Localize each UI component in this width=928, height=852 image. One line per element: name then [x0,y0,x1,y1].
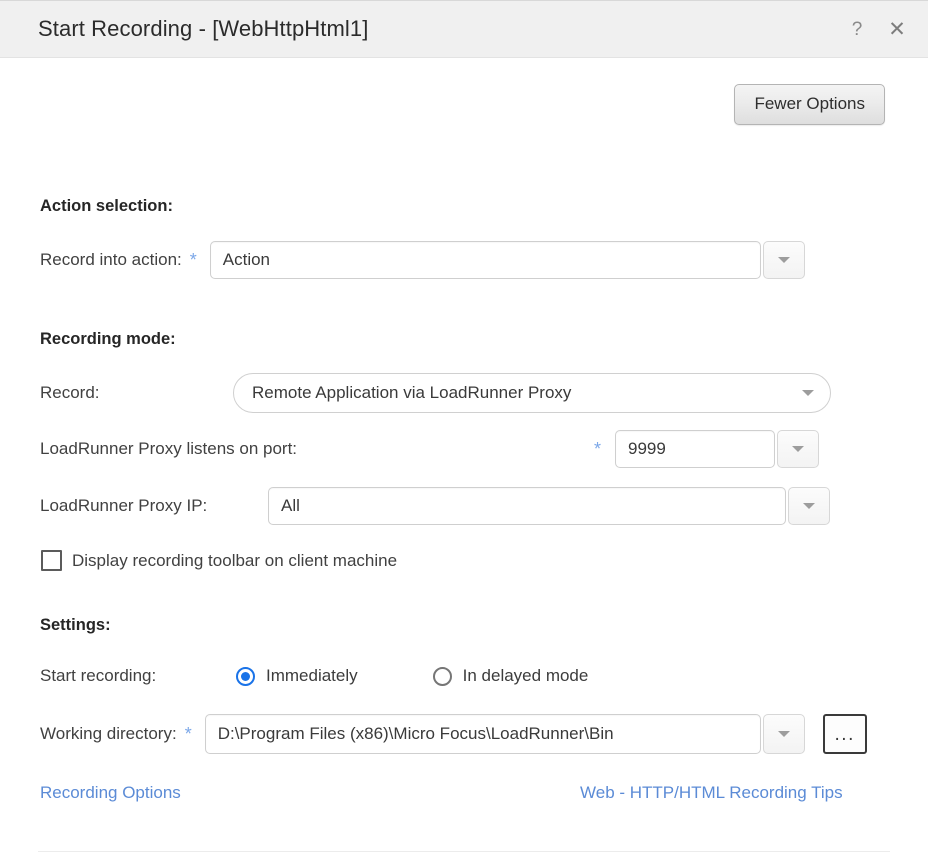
proxy-port-row: LoadRunner Proxy listens on port: * 9999 [40,430,840,468]
display-toolbar-label: Display recording toolbar on client mach… [72,550,398,570]
start-recording-row: Start recording: Immediately In delayed … [40,666,588,686]
fewer-options-row: Fewer Options [0,58,928,125]
record-mode-row: Record: Remote Application via LoadRunne… [40,373,840,413]
dialog-body: Fewer Options Action selection: Record i… [0,58,928,852]
radio-immediately-label: Immediately [266,666,358,685]
titlebar-controls: ? ✕ [844,1,910,57]
record-into-action-label: Record into action: [40,250,182,269]
record-into-action-dropdown-button[interactable] [762,241,805,279]
proxy-port-label: LoadRunner Proxy listens on port: [40,439,298,458]
settings-heading-wrap: Settings: [40,616,111,635]
start-recording-option-immediately[interactable]: Immediately [236,666,358,686]
proxy-port-required-marker: * [594,439,602,459]
action-selection-heading: Action selection: [40,197,173,215]
recording-mode-heading-wrap: Recording mode: [40,330,176,349]
record-into-action-input[interactable]: Action [209,241,761,279]
working-directory-value: D:\Program Files (x86)\Micro Focus\LoadR… [217,724,614,743]
recording-options-link[interactable]: Recording Options [40,783,181,803]
working-directory-browse-button[interactable]: ... [822,714,867,754]
radio-delayed-label: In delayed mode [462,666,589,685]
help-icon[interactable]: ? [844,16,870,42]
window-title: Start Recording - [WebHttpHtml1] [38,16,369,41]
proxy-ip-label: LoadRunner Proxy IP: [40,496,208,515]
record-into-action-row: Record into action: * Action [40,241,840,279]
working-directory-dropdown-button[interactable] [762,714,805,754]
proxy-ip-dropdown-button[interactable] [788,487,830,525]
chevron-down-icon [777,731,790,737]
working-directory-input[interactable]: D:\Program Files (x86)\Micro Focus\LoadR… [204,714,761,754]
working-directory-required-marker: * [184,724,192,744]
record-into-action-required-marker: * [189,250,197,270]
radio-delayed-indicator[interactable] [432,666,452,686]
action-selection-heading-wrap: Action selection: [40,197,173,216]
chevron-down-icon [802,390,814,396]
proxy-port-dropdown-button[interactable] [777,430,820,468]
proxy-ip-row: LoadRunner Proxy IP: All [40,487,840,525]
start-recording-option-delayed[interactable]: In delayed mode [432,666,589,686]
settings-heading: Settings: [40,616,111,634]
display-toolbar-checkbox[interactable] [41,550,62,571]
working-directory-row: Working directory: * D:\Program Files (x… [40,714,900,754]
close-icon[interactable]: ✕ [884,16,910,42]
radio-immediately-indicator[interactable] [236,666,255,686]
recording-tips-link[interactable]: Web - HTTP/HTML Recording Tips [580,783,843,803]
proxy-ip-input[interactable]: All [268,487,786,525]
display-toolbar-checkbox-row[interactable]: Display recording toolbar on client mach… [41,550,397,571]
recording-mode-heading: Recording mode: [40,330,176,348]
chevron-down-icon [803,503,815,509]
working-directory-label: Working directory: [40,724,177,743]
proxy-port-input[interactable]: 9999 [615,430,776,468]
record-mode-combobox[interactable]: Remote Application via LoadRunner Proxy [233,373,831,413]
record-mode-value: Remote Application via LoadRunner Proxy [252,383,572,402]
window-titlebar: Start Recording - [WebHttpHtml1] ? ✕ [0,0,928,58]
proxy-ip-value: All [281,496,300,515]
chevron-down-icon [792,446,805,452]
fewer-options-button[interactable]: Fewer Options [734,84,885,125]
proxy-port-value: 9999 [628,439,666,458]
record-mode-label: Record: [40,383,100,402]
start-recording-label: Start recording: [40,666,157,685]
record-into-action-value: Action [222,250,271,269]
chevron-down-icon [777,257,790,263]
